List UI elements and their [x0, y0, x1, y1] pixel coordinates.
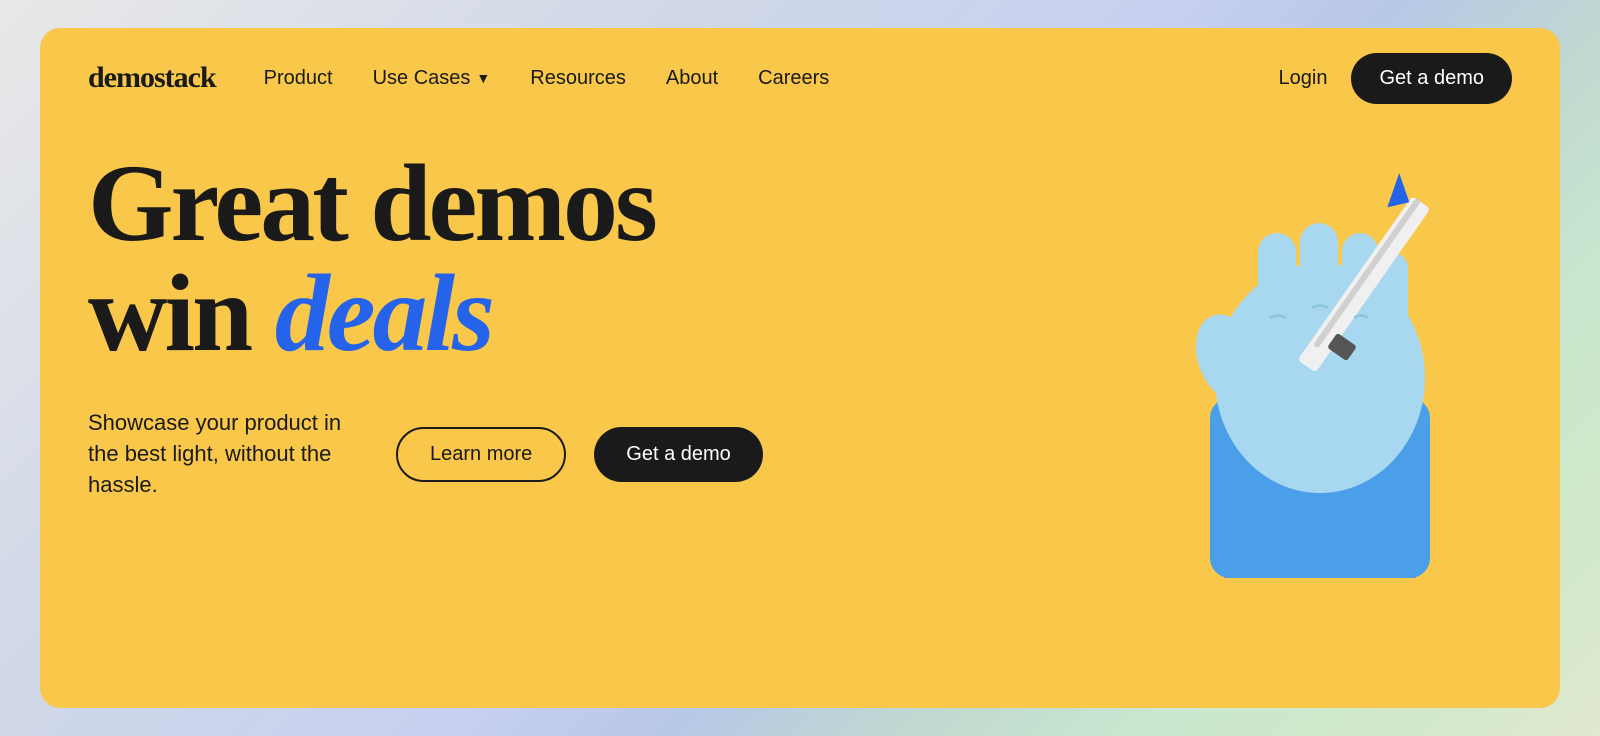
hero-subtitle: Showcase your product in the best light,…: [88, 408, 368, 500]
logo[interactable]: demostack: [88, 61, 216, 95]
nav-links: Product Use Cases ▼ Resources About Care…: [264, 67, 1279, 90]
headline-line2: win deals: [88, 252, 492, 374]
navbar: demostack Product Use Cases ▼ Resources …: [40, 28, 1560, 128]
get-demo-nav-button[interactable]: Get a demo: [1351, 53, 1512, 104]
hand-illustration: [1120, 78, 1500, 578]
login-button[interactable]: Login: [1279, 67, 1328, 90]
nav-careers[interactable]: Careers: [758, 67, 829, 90]
headline-deals: deals: [275, 252, 492, 374]
nav-resources[interactable]: Resources: [530, 67, 626, 90]
chevron-down-icon: ▼: [476, 70, 490, 86]
nav-right: Login Get a demo: [1279, 53, 1512, 104]
nav-use-cases[interactable]: Use Cases ▼: [373, 67, 491, 90]
get-demo-hero-button[interactable]: Get a demo: [594, 427, 763, 482]
nav-about[interactable]: About: [666, 67, 718, 90]
headline-line1: Great demos: [88, 142, 655, 264]
nav-product[interactable]: Product: [264, 67, 333, 90]
hero-section: demostack Product Use Cases ▼ Resources …: [40, 28, 1560, 708]
learn-more-button[interactable]: Learn more: [396, 427, 566, 482]
hand-pen-svg: [1120, 78, 1500, 578]
hero-headline: Great demos win deals: [88, 148, 888, 368]
